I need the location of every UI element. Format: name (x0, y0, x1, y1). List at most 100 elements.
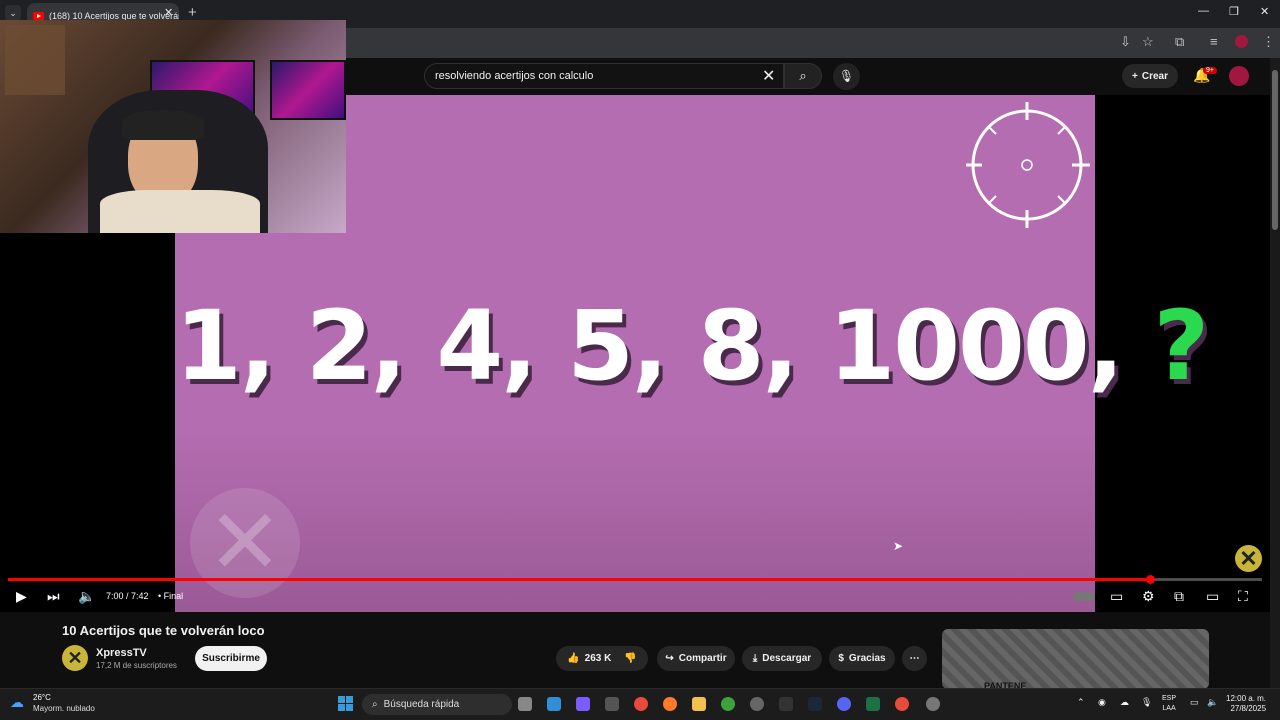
channel-name[interactable]: XpressTV (96, 647, 147, 659)
tab-close-icon[interactable]: ✕ (164, 6, 173, 19)
shirt (100, 190, 260, 233)
window-close-button[interactable]: ✕ (1260, 5, 1269, 18)
search-button[interactable]: ⌕ (784, 63, 822, 89)
scrollbar-thumb[interactable] (1272, 70, 1278, 230)
tab-search-button[interactable]: ⌄ (5, 5, 21, 21)
weather-temp[interactable]: 26°C (33, 693, 51, 702)
profile-avatar[interactable] (1235, 35, 1248, 48)
question-mark: ? (1153, 290, 1210, 402)
taskbar-search-label: Búsqueda rápida (383, 699, 460, 710)
search-input[interactable]: resolviendo acertijos con calculo (424, 63, 784, 89)
download-button[interactable]: ⤓ Descargar (742, 646, 822, 671)
system-clock[interactable]: 12:00 a. m. 27/8/2025 (1226, 694, 1266, 714)
hair (122, 110, 204, 140)
sponsored-ad[interactable]: PANTENE (942, 629, 1209, 689)
like-icon[interactable]: 👍 (567, 653, 579, 664)
time-display: 7:00 / 7:42 (106, 591, 149, 601)
clock-date: 27/8/2025 (1230, 704, 1267, 713)
streamer-webcam (0, 20, 346, 233)
weather-icon[interactable]: ☁ (10, 694, 24, 711)
next-video-icon[interactable]: ⏭ (47, 588, 60, 605)
scrubber-handle[interactable] (1146, 575, 1155, 584)
window-minimize-button[interactable]: — (1198, 5, 1209, 17)
voice-search-icon[interactable]: 🎙 (833, 63, 860, 90)
search-icon: ⌕ (372, 699, 378, 710)
extensions-icon[interactable]: ⧉ (1175, 34, 1184, 50)
epic-games-icon[interactable] (779, 697, 793, 711)
excel-icon[interactable] (866, 697, 880, 711)
play-button-icon[interactable]: ▶ (16, 588, 27, 605)
xpresstv-watermark-icon: ✕ (190, 488, 300, 598)
discord-icon[interactable] (837, 697, 851, 711)
share-label: Compartir (678, 653, 727, 664)
subscriber-count: 17,2 M de suscriptores (96, 661, 177, 670)
lang-code: ESP (1162, 695, 1177, 702)
steam-icon[interactable] (808, 697, 822, 711)
more-actions-button[interactable]: ⋯ (902, 646, 927, 671)
chrome-icon[interactable] (634, 697, 648, 711)
clear-search-icon[interactable]: ✕ (762, 66, 775, 86)
bookmark-star-icon[interactable]: ☆ (1142, 34, 1154, 50)
chrome-active-icon[interactable] (895, 697, 909, 711)
language-indicator[interactable]: ESP LAA (1162, 694, 1176, 714)
miniplayer-icon[interactable]: ⧉ (1174, 588, 1184, 605)
video-progress-bar[interactable] (8, 578, 1262, 581)
firefox-icon[interactable] (663, 697, 677, 711)
dislike-icon[interactable]: 👎 (624, 653, 636, 664)
shelf (5, 25, 65, 95)
edge-icon[interactable] (547, 697, 561, 711)
thanks-label: Gracias (848, 653, 886, 664)
app-icon-1[interactable] (605, 697, 619, 711)
settings-gear-icon[interactable]: ⚙ (1142, 588, 1155, 605)
browser-menu-icon[interactable]: ⋮ (1262, 34, 1275, 50)
file-explorer-icon[interactable] (692, 697, 706, 711)
thanks-button[interactable]: $ Gracias (829, 646, 895, 671)
account-avatar[interactable] (1229, 66, 1249, 86)
autoplay-toggle[interactable] (1073, 592, 1095, 601)
lang-layout: LAA (1162, 705, 1176, 712)
xbox-icon[interactable] (721, 697, 735, 711)
windows-start-icon[interactable] (338, 696, 353, 711)
channel-avatar[interactable]: ✕ (62, 645, 88, 671)
chapter-label[interactable]: • Final (158, 591, 183, 601)
channel-watermark-icon[interactable]: ✕ (1235, 545, 1262, 572)
clock-time: 12:00 a. m. (1226, 694, 1267, 703)
progress-played (8, 578, 1148, 581)
speaker-icon[interactable]: 🔈 (1207, 697, 1218, 708)
sequence-numbers: 1, 2, 4, 5, 8, 1000, (175, 290, 1154, 402)
notification-badge: 9+ (1203, 67, 1217, 74)
monitor-right (270, 60, 346, 120)
settings-app-icon[interactable] (926, 697, 940, 711)
subscribe-button[interactable]: Suscribirme (195, 646, 267, 671)
app-icon-2[interactable] (750, 697, 764, 711)
media-control-icon[interactable]: ≡ (1210, 34, 1218, 49)
copilot-icon[interactable] (576, 697, 590, 711)
network-icon[interactable]: ▭ (1190, 697, 1199, 708)
create-label: Crear (1141, 70, 1168, 82)
new-tab-button[interactable]: + (188, 4, 197, 21)
download-label: Descargar (762, 653, 812, 664)
mic-tray-icon[interactable]: 🎙 (1141, 697, 1152, 708)
youtube-favicon-icon (33, 11, 44, 20)
video-title: 10 Acertijos que te volverán loco (62, 623, 265, 638)
share-button[interactable]: ↪ Compartir (657, 646, 735, 671)
theater-mode-icon[interactable]: ▭ (1206, 588, 1219, 605)
window-maximize-button[interactable]: ❐ (1229, 5, 1239, 18)
tab-title: (168) 10 Acertijos que te volverán loco (49, 10, 179, 21)
plus-icon: + (1132, 70, 1138, 82)
tray-chevron-icon[interactable]: ⌃ (1077, 697, 1085, 708)
task-view-icon[interactable] (518, 697, 532, 711)
crosshair-icon (966, 102, 1090, 228)
install-app-icon[interactable]: ⇩ (1120, 34, 1131, 50)
mouse-cursor-icon: ➤ (893, 539, 904, 553)
volume-icon[interactable]: 🔈 (78, 588, 95, 605)
taskbar-search[interactable]: ⌕ Búsqueda rápida (362, 694, 512, 715)
create-button[interactable]: + Crear (1122, 64, 1178, 88)
subtitles-icon[interactable]: ▭ (1110, 588, 1123, 605)
tray-app-icon[interactable]: ◉ (1098, 697, 1106, 708)
fullscreen-icon[interactable]: ⛶ (1238, 588, 1248, 605)
like-count[interactable]: 263 K (585, 653, 612, 664)
onedrive-icon[interactable]: ☁ (1120, 697, 1129, 708)
weather-desc[interactable]: Mayorm. nublado (33, 704, 95, 713)
riddle-sequence: 1, 2, 4, 5, 8, 1000, ? (175, 290, 1209, 402)
